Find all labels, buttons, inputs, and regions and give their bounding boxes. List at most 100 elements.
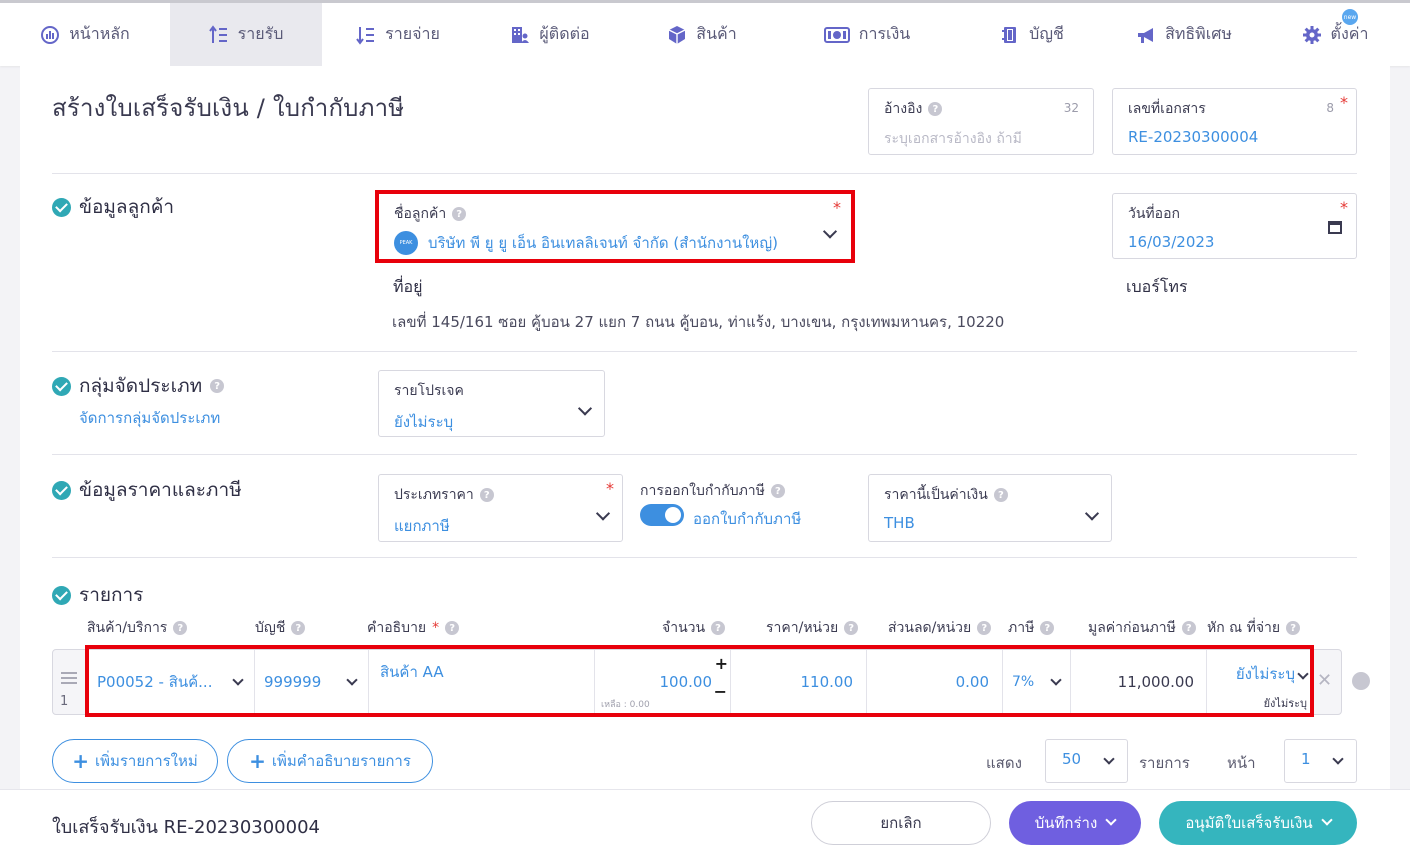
nav-item-settings[interactable]: ตั้งค่า new [1260, 3, 1410, 66]
nav-item-expense[interactable]: รายจ่าย [322, 3, 474, 66]
check-circle-icon [52, 197, 71, 217]
divider [52, 557, 1357, 558]
decrement-icon[interactable]: − [714, 682, 727, 701]
quantity-cell[interactable]: 100.00 + − เหลือ : 0.00 [595, 650, 731, 714]
help-icon[interactable]: ? [977, 621, 992, 635]
nav-label: รายจ่าย [385, 24, 440, 43]
help-icon[interactable]: ? [291, 621, 306, 635]
reference-input[interactable]: ระบุเอกสารอ้างอิง ถ้ามี [884, 128, 1078, 150]
price-type-label: ประเภทราคา [394, 487, 474, 503]
withholding-cell[interactable]: ยังไม่ระบุ ยังไม่ระบุ [1207, 650, 1313, 714]
help-icon[interactable]: ? [770, 484, 785, 498]
remaining-quantity: เหลือ : 0.00 [601, 700, 650, 710]
nav-label: หน้าหลัก [69, 24, 130, 43]
tax-invoice-toggle-label: ออกใบกำกับภาษี [693, 510, 802, 528]
required-asterisk: * [606, 479, 614, 498]
help-icon[interactable]: ? [993, 488, 1008, 502]
nav-label: ผู้ติดต่อ [539, 24, 590, 43]
pricing-section-title: ข้อมูลราคาและภาษี [52, 475, 242, 505]
reference-counter: 32 [1063, 101, 1079, 115]
withholding-sub: ยังไม่ระบุ [1263, 697, 1307, 710]
help-icon[interactable]: ? [844, 621, 859, 635]
discount-cell[interactable]: 0.00 [867, 650, 1003, 714]
help-icon[interactable]: ? [1040, 621, 1055, 635]
help-icon[interactable]: ? [928, 102, 943, 116]
page-label: หน้า [1227, 754, 1256, 772]
header-description: คำอธิบาย *? [367, 617, 460, 639]
account-cell[interactable]: 999999 [255, 650, 369, 714]
pie-chart-icon[interactable] [1352, 672, 1370, 690]
chevron-down-icon [1105, 814, 1117, 826]
reference-field[interactable]: อ้างอิง? ระบุเอกสารอ้างอิง ถ้ามี 32 [868, 88, 1094, 155]
nav-item-products[interactable]: สินค้า [626, 3, 778, 66]
currency-label: ราคานี้เป็นค่าเงิน [884, 487, 988, 503]
page-title: สร้างใบเสร็จรับเงิน / ใบกำกับภาษี [52, 94, 405, 122]
category-section-title: กลุ่มจัดประเภท? [52, 371, 225, 401]
product-cell[interactable]: P00052 - สินค้... [88, 650, 255, 714]
price-type-select[interactable]: ประเภทราคา? แยกภาษี * [378, 474, 623, 542]
help-icon[interactable]: ? [173, 621, 188, 635]
dashboard-icon [40, 25, 60, 45]
page-number-select[interactable]: 1 [1284, 739, 1357, 783]
help-icon[interactable]: ? [452, 207, 467, 221]
help-icon[interactable]: ? [711, 621, 726, 635]
expense-icon [356, 25, 376, 45]
chevron-down-icon [1297, 667, 1309, 680]
calendar-icon[interactable] [1328, 221, 1342, 234]
issue-date-field[interactable]: วันที่ออก 16/03/2023 * [1112, 193, 1357, 259]
unit-price-cell[interactable]: 110.00 [731, 650, 867, 714]
document-number-counter: 8 [1326, 101, 1334, 115]
project-select[interactable]: รายโปรเจค ยังไม่ระบุ [378, 370, 605, 437]
income-icon [208, 24, 229, 45]
nav-item-privileges[interactable]: สิทธิพิเศษ [1108, 3, 1260, 66]
pretax-cell: 11,000.00 [1071, 650, 1207, 714]
chevron-down-icon [232, 674, 244, 686]
address-label: ที่อยู่ [393, 277, 423, 296]
customer-section-title: ข้อมูลลูกค้า [52, 192, 174, 222]
drag-handle-icon[interactable] [61, 672, 77, 684]
money-icon [823, 25, 850, 45]
help-icon[interactable]: ? [1181, 621, 1196, 635]
header-withholding: หัก ณ ที่จ่าย? [1207, 617, 1301, 639]
document-number-field[interactable]: เลขที่เอกสาร RE-20230300004 8 * [1112, 88, 1357, 155]
nav-label: สิทธิพิเศษ [1165, 24, 1232, 43]
help-icon[interactable]: ? [479, 488, 494, 502]
save-draft-button[interactable]: บันทึกร่าง [1009, 801, 1141, 845]
add-item-button[interactable]: + เพิ่มรายการใหม่ [52, 739, 218, 783]
add-description-button[interactable]: + เพิ่มคำอธิบายรายการ [227, 739, 433, 783]
nav-item-home[interactable]: หน้าหลัก [0, 3, 170, 66]
issue-date-input[interactable]: 16/03/2023 [1128, 233, 1341, 251]
nav-item-accounting[interactable]: บัญชี [956, 3, 1108, 66]
chevron-down-icon [1050, 674, 1062, 686]
contacts-icon [510, 25, 530, 45]
increment-icon[interactable]: + [715, 654, 728, 673]
tax-invoice-toggle[interactable] [640, 504, 684, 526]
chevron-down-icon [1320, 814, 1333, 826]
gear-icon [1302, 25, 1322, 45]
help-icon[interactable]: ? [1286, 621, 1301, 635]
nav-label: การเงิน [858, 24, 911, 43]
page-size-select[interactable]: 50 [1045, 739, 1128, 783]
tax-cell[interactable]: 7% [1003, 650, 1071, 714]
customer-name-select[interactable]: ชื่อลูกค้า? PEAK บริษัท พี ยู ยู เอ็น อิ… [379, 194, 849, 259]
divider [52, 351, 1357, 352]
currency-select[interactable]: ราคานี้เป็นค่าเงิน? THB [868, 474, 1112, 542]
help-icon[interactable]: ? [445, 621, 460, 635]
cancel-button[interactable]: ยกเลิก [811, 801, 991, 845]
price-type-value: แยกภาษี [394, 517, 450, 535]
nav-item-finance[interactable]: การเงิน [778, 3, 956, 66]
description-cell[interactable]: สินค้า AA [369, 650, 595, 714]
document-number-label: เลขที่เอกสาร [1128, 101, 1206, 117]
issue-date-label: วันที่ออก [1128, 206, 1180, 222]
nav-label: รายรับ [237, 24, 284, 43]
nav-item-contacts[interactable]: ผู้ติดต่อ [474, 3, 626, 66]
approve-receipt-button[interactable]: อนุมัติใบเสร็จรับเงิน [1159, 801, 1357, 845]
remove-row-icon[interactable]: ✕ [1317, 670, 1332, 691]
nav-item-income[interactable]: รายรับ [170, 3, 322, 66]
customer-logo: PEAK [394, 231, 418, 255]
chevron-down-icon [1103, 753, 1115, 765]
document-number-input[interactable]: RE-20230300004 [1128, 128, 1341, 146]
help-icon[interactable]: ? [210, 379, 225, 393]
reference-label: อ้างอิง [884, 101, 923, 117]
manage-category-link[interactable]: จัดการกลุ่มจัดประเภท [79, 406, 220, 430]
